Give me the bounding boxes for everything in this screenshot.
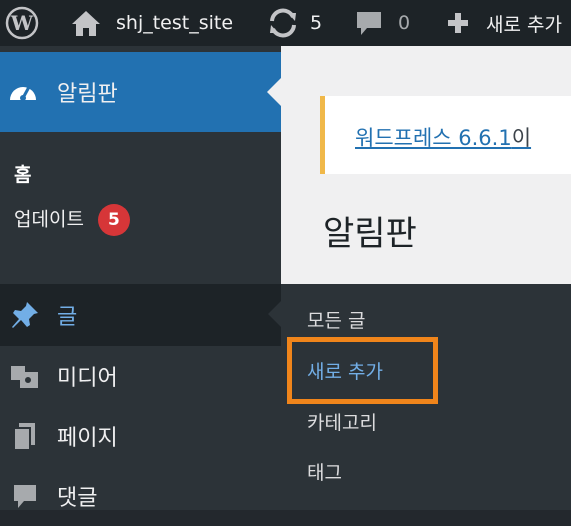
submenu-home[interactable]: 홈 bbox=[14, 160, 31, 187]
menu-media[interactable]: 미디어 bbox=[0, 346, 281, 406]
media-icon bbox=[8, 359, 42, 393]
main-content: 워드프레스 6.6.1이 알림판 bbox=[281, 46, 571, 284]
menu-posts[interactable]: 글 bbox=[0, 284, 281, 346]
menu-comments[interactable]: 댓글 bbox=[0, 466, 281, 526]
dashboard-gauge-icon bbox=[6, 75, 40, 109]
menu-dashboard-label: 알림판 bbox=[57, 82, 118, 107]
menu-posts-label: 글 bbox=[57, 305, 78, 330]
menu-dashboard[interactable]: 알림판 bbox=[0, 52, 281, 132]
comments-icon bbox=[8, 479, 42, 513]
update-notice-link[interactable]: 워드프레스 6.6.1이 bbox=[355, 122, 531, 152]
menu-media-label: 미디어 bbox=[57, 366, 118, 391]
page-title: 알림판 bbox=[323, 214, 417, 254]
site-name-button[interactable]: shj_test_site bbox=[70, 0, 233, 46]
admin-bar: W shj_test_site 5 0 새로 추가 bbox=[0, 0, 571, 46]
plus-icon bbox=[448, 13, 468, 33]
submenu-updates-label: 업데이트 bbox=[14, 208, 84, 231]
flyout-arrow bbox=[268, 301, 281, 327]
updates-icon bbox=[270, 8, 296, 38]
wordpress-logo-icon: W bbox=[5, 6, 39, 40]
flyout-tags[interactable]: 태그 bbox=[307, 458, 342, 485]
menu-pages[interactable]: 페이지 bbox=[0, 406, 281, 466]
wordpress-logo-button[interactable]: W bbox=[2, 0, 42, 46]
highlight-box bbox=[287, 337, 438, 404]
svg-text:W: W bbox=[10, 11, 34, 35]
updates-button[interactable]: 5 bbox=[266, 0, 322, 46]
comments-button[interactable]: 0 bbox=[354, 0, 410, 46]
update-notice: 워드프레스 6.6.1이 bbox=[320, 96, 571, 174]
updates-count: 5 bbox=[310, 12, 323, 34]
menu-comments-label: 댓글 bbox=[57, 486, 98, 511]
dashboard-submenu: 홈 업데이트 5 bbox=[0, 132, 281, 264]
site-name: shj_test_site bbox=[116, 12, 234, 34]
updates-badge: 5 bbox=[97, 204, 130, 236]
new-content-button[interactable]: 새로 추가 bbox=[446, 0, 562, 46]
home-icon bbox=[72, 11, 100, 36]
submenu-updates[interactable]: 업데이트 5 bbox=[14, 204, 130, 236]
flyout-all-posts[interactable]: 모든 글 bbox=[307, 306, 365, 333]
pushpin-icon bbox=[8, 298, 42, 332]
comments-count: 0 bbox=[398, 12, 411, 34]
flyout-categories[interactable]: 카테고리 bbox=[307, 408, 377, 435]
update-notice-text: 이 bbox=[511, 126, 532, 150]
comment-bubble-icon bbox=[357, 12, 381, 35]
pages-icon bbox=[8, 419, 42, 453]
admin-sidebar: 알림판 홈 업데이트 5 글 미디어 페이지 댓글 bbox=[0, 46, 281, 511]
new-content-label: 새로 추가 bbox=[486, 13, 562, 36]
current-menu-arrow bbox=[267, 78, 281, 106]
menu-pages-label: 페이지 bbox=[57, 426, 118, 451]
